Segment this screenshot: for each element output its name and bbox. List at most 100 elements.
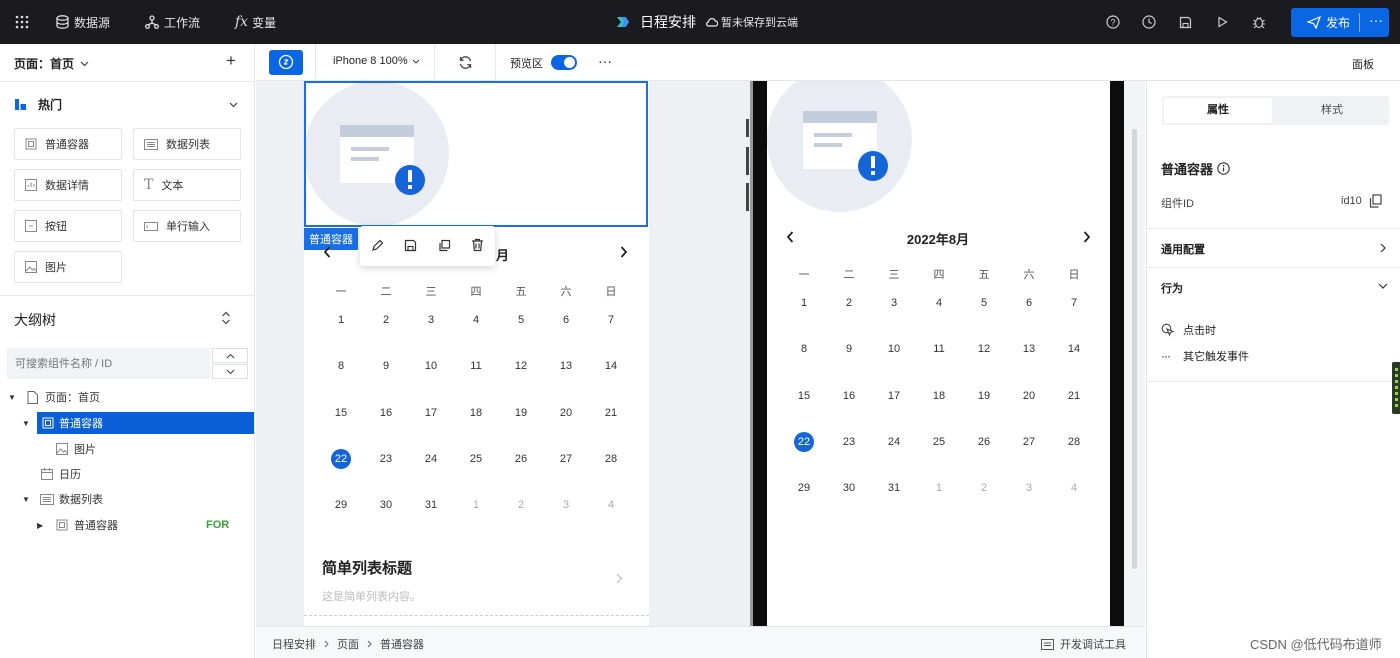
dev-tools-button[interactable]: 开发调试工具	[1041, 636, 1126, 652]
calendar-day[interactable]: 11	[924, 343, 954, 355]
tree-node-container-selected[interactable]: ▼ 普通容器	[0, 412, 254, 434]
calendar-day[interactable]: 7	[1059, 297, 1089, 309]
debug-bug-icon[interactable]	[1252, 0, 1266, 44]
calendar-day[interactable]: 28	[1059, 436, 1089, 448]
calendar-day[interactable]: 27	[1014, 436, 1044, 448]
calendar-day[interactable]: 20	[1014, 390, 1044, 402]
save-icon[interactable]	[1179, 0, 1192, 44]
play-icon[interactable]	[1217, 0, 1228, 44]
calendar-day[interactable]: 11	[461, 360, 491, 372]
calendar-day[interactable]: 26	[506, 453, 536, 465]
outline-search-input[interactable]	[7, 348, 210, 379]
next-month-icon[interactable]	[620, 246, 628, 258]
component-button[interactable]: 按钮	[14, 210, 122, 242]
calendar-day[interactable]: 6	[551, 314, 581, 326]
tab-styles[interactable]: 样式	[1277, 98, 1387, 123]
calendar-day[interactable]: 19	[969, 390, 999, 402]
calendar-day[interactable]: 14	[1059, 343, 1089, 355]
calendar-day[interactable]: 17	[879, 390, 909, 402]
prev-month-icon[interactable]	[786, 231, 794, 243]
refresh-icon[interactable]	[458, 55, 473, 70]
calendar-day[interactable]: 4	[1059, 482, 1089, 494]
tree-node-container-loop[interactable]: ▶ 普通容器 FOR	[0, 514, 254, 536]
calendar-day[interactable]: 1	[461, 499, 491, 511]
calendar-day-selected[interactable]: 22	[794, 431, 814, 452]
caret-down-icon[interactable]: ▼	[22, 419, 30, 428]
calendar-day[interactable]: 16	[371, 407, 401, 419]
calendar-day[interactable]: 9	[834, 343, 864, 355]
calendar-day-selected[interactable]: 22	[331, 448, 351, 469]
calendar-day[interactable]: 8	[326, 360, 356, 372]
calendar-day[interactable]: 9	[371, 360, 401, 372]
calendar-day[interactable]: 30	[834, 482, 864, 494]
calendar-day[interactable]: 1	[326, 314, 356, 326]
mode-toggle-button[interactable]	[269, 50, 303, 75]
info-icon[interactable]	[1217, 162, 1230, 175]
calendar-day[interactable]: 12	[506, 360, 536, 372]
calendar-day[interactable]: 15	[789, 390, 819, 402]
prev-month-icon[interactable]	[323, 246, 331, 258]
calendar-day[interactable]: 18	[461, 407, 491, 419]
more-options-icon[interactable]: ···	[598, 53, 612, 69]
calendar-day[interactable]: 14	[596, 360, 626, 372]
calendar-day[interactable]: 29	[789, 482, 819, 494]
calendar-day[interactable]: 2	[834, 297, 864, 309]
calendar-day[interactable]: 3	[879, 297, 909, 309]
calendar-day[interactable]: 3	[416, 314, 446, 326]
tree-node-page[interactable]: ▼ 页面：首页	[0, 386, 254, 408]
history-icon[interactable]	[1142, 0, 1156, 44]
component-text[interactable]: T 文本	[133, 169, 241, 201]
hot-section-header[interactable]: 热门	[14, 96, 62, 113]
calendar-day[interactable]: 13	[551, 360, 581, 372]
variables-button[interactable]: fx 变量	[235, 0, 276, 44]
calendar-day[interactable]: 10	[879, 343, 909, 355]
calendar-day[interactable]: 13	[1014, 343, 1044, 355]
add-page-button[interactable]: +	[226, 51, 236, 71]
tree-node-calendar[interactable]: 日历	[0, 463, 254, 485]
preview-scrollbar-track[interactable]	[1124, 81, 1145, 626]
event-other-triggers[interactable]: ··· 其它触发事件	[1161, 348, 1249, 364]
calendar-day[interactable]: 2	[371, 314, 401, 326]
search-down-button[interactable]	[212, 364, 248, 379]
calendar-day[interactable]: 16	[834, 390, 864, 402]
calendar-day[interactable]: 2	[506, 499, 536, 511]
calendar-day[interactable]: 25	[461, 453, 491, 465]
calendar-day[interactable]: 20	[551, 407, 581, 419]
apps-grid-icon[interactable]	[14, 0, 30, 44]
calendar-day[interactable]: 10	[416, 360, 446, 372]
calendar-day[interactable]: 6	[1014, 297, 1044, 309]
calendar-day[interactable]: 19	[506, 407, 536, 419]
delete-trash-icon[interactable]	[471, 238, 484, 252]
calendar-day[interactable]: 29	[326, 499, 356, 511]
calendar-day[interactable]: 3	[551, 499, 581, 511]
calendar-day[interactable]: 18	[924, 390, 954, 402]
chevron-down-icon[interactable]	[229, 102, 238, 108]
calendar-day[interactable]: 31	[416, 499, 446, 511]
side-widget-handle[interactable]	[1392, 362, 1400, 414]
save-icon[interactable]	[404, 239, 417, 252]
calendar-day[interactable]: 24	[416, 453, 446, 465]
preview-toggle[interactable]	[551, 55, 577, 70]
tree-node-image[interactable]: 图片	[0, 438, 254, 460]
help-icon[interactable]: ?	[1106, 0, 1120, 44]
breadcrumb-item[interactable]: 页面	[337, 636, 359, 652]
caret-down-icon[interactable]: ▼	[8, 393, 16, 402]
calendar-day[interactable]: 4	[596, 499, 626, 511]
edit-pencil-icon[interactable]	[371, 239, 384, 252]
calendar-day[interactable]: 24	[879, 436, 909, 448]
calendar-day[interactable]: 5	[969, 297, 999, 309]
calendar-day[interactable]: 5	[506, 314, 536, 326]
caret-down-icon[interactable]: ▼	[22, 495, 30, 504]
tree-node-data-list[interactable]: ▼ 数据列表	[0, 488, 254, 510]
calendar-day[interactable]: 30	[371, 499, 401, 511]
calendar-day[interactable]: 31	[879, 482, 909, 494]
component-container[interactable]: 普通容器	[14, 128, 122, 160]
search-up-button[interactable]	[212, 348, 248, 363]
behavior-section-header[interactable]: 行为	[1147, 268, 1400, 304]
calendar-day[interactable]: 21	[1059, 390, 1089, 402]
next-month-icon[interactable]	[1083, 231, 1091, 243]
general-config-section[interactable]: 通用配置	[1147, 229, 1400, 267]
calendar-day[interactable]: 1	[924, 482, 954, 494]
tab-properties[interactable]: 属性	[1164, 98, 1272, 123]
chevron-right-icon[interactable]	[616, 573, 623, 584]
